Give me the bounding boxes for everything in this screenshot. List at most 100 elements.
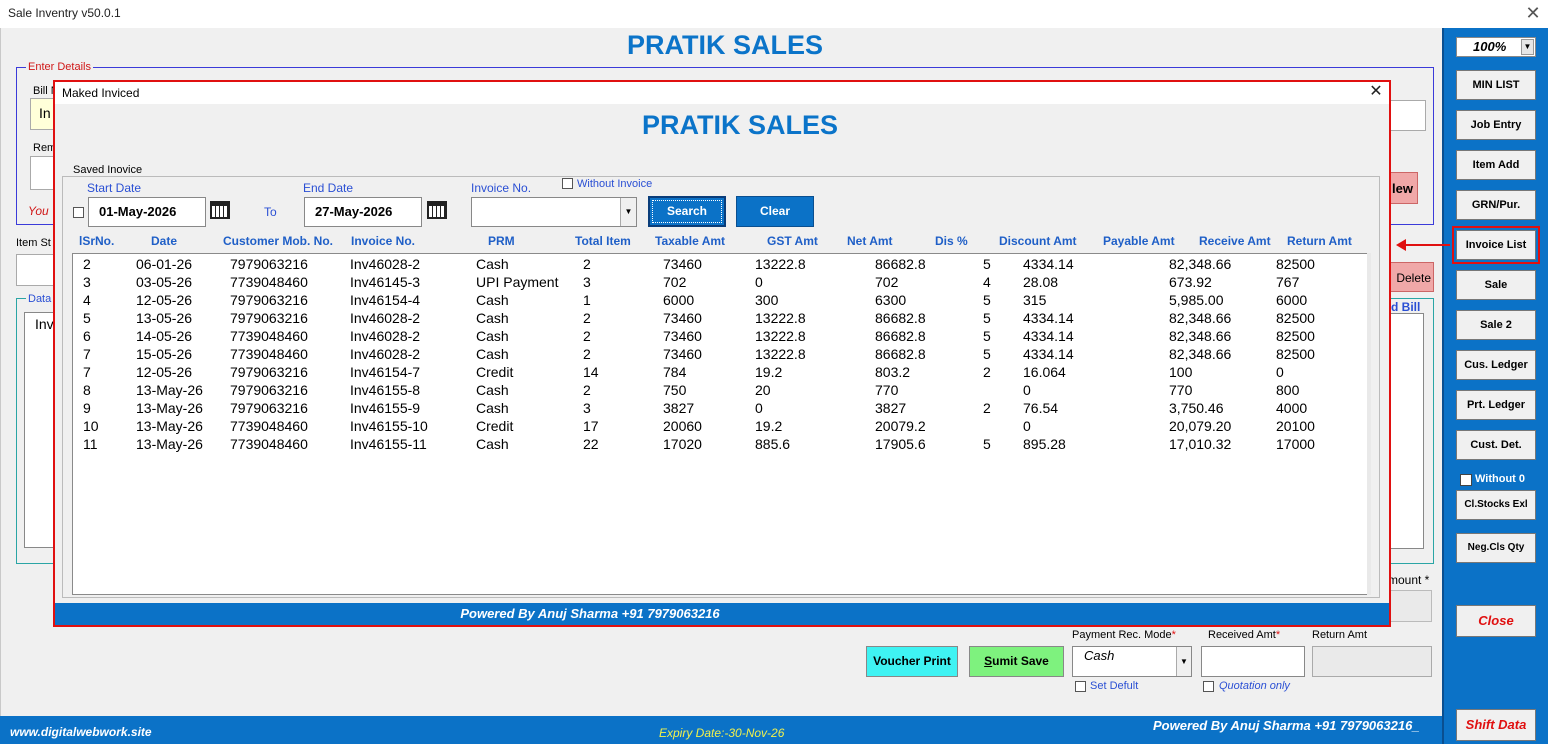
calendar-icon[interactable] [210, 201, 230, 219]
without-invoice-label: Without Invoice [577, 178, 653, 190]
submit-save-button[interactable]: Sumit Save [969, 646, 1064, 677]
amount-input[interactable] [1388, 590, 1432, 622]
table-cell: 784 [663, 364, 687, 380]
table-row[interactable]: 6 14-05-26 7739048460 Inv46028-2 Cash 2 73460 1… [73, 327, 1367, 345]
dialog-close-icon[interactable]: ✕ [1366, 82, 1386, 102]
col-invoice-no[interactable]: Invoice No. [351, 234, 415, 248]
set-default-label: Set Defult [1090, 680, 1139, 692]
col-customer-mob[interactable]: Customer Mob. No. [223, 234, 333, 248]
table-cell: Cash [476, 328, 509, 344]
voucher-print-button[interactable]: Voucher Print [866, 646, 958, 677]
party-ledger-button[interactable]: Prt. Ledger [1456, 390, 1536, 420]
new-button[interactable]: lew [1388, 172, 1418, 204]
item-add-button[interactable]: Item Add [1456, 150, 1536, 180]
job-entry-button[interactable]: Job Entry [1456, 110, 1536, 140]
table-cell: 2 [583, 310, 591, 326]
col-discount-amt[interactable]: Discount Amt [999, 234, 1077, 248]
delete-button[interactable]: Delete [1388, 262, 1434, 292]
table-cell: 4000 [1276, 400, 1308, 416]
table-cell: 17 [583, 418, 599, 434]
negative-closing-qty-button[interactable]: Neg.Cls Qty [1456, 533, 1536, 563]
search-button[interactable]: Search [648, 196, 726, 227]
table-cell: 300 [755, 292, 779, 308]
grid-scrollbar[interactable] [1367, 253, 1371, 595]
col-receive-amt[interactable]: Receive Amt [1199, 234, 1271, 248]
table-row[interactable]: 5 13-05-26 7979063216 Inv46028-2 Cash 2 73460 1… [73, 309, 1367, 327]
app-close-icon[interactable]: ✕ [1522, 2, 1544, 24]
received-amt-input[interactable] [1201, 646, 1305, 677]
dialog-footer-text: Powered By Anuj Sharma +91 7979063216 [460, 606, 720, 621]
table-cell: 895.28 [1023, 436, 1066, 452]
table-row[interactable]: 7 15-05-26 7739048460 Inv46028-2 Cash 2 73460 1… [73, 345, 1367, 363]
col-dis-pct[interactable]: Dis % [935, 234, 968, 248]
bill-table[interactable] [1388, 313, 1424, 549]
table-row[interactable]: 3 03-05-26 7739048460 Inv46145-3 UPI Payment… [73, 273, 1367, 291]
table-cell: 13222.8 [755, 256, 806, 272]
table-cell: 14 [583, 364, 599, 380]
table-cell: 2 [983, 400, 991, 416]
dropdown-arrow-icon[interactable]: ▼ [620, 198, 636, 226]
col-date[interactable]: Date [151, 234, 177, 248]
closing-stocks-excel-button[interactable]: Cl.Stocks Exl [1456, 490, 1536, 520]
col-taxable-amt[interactable]: Taxable Amt [655, 234, 725, 248]
zoom-dropdown-arrow-icon[interactable]: ▼ [1521, 39, 1534, 55]
invoice-no-select[interactable] [471, 197, 637, 227]
table-row[interactable]: 2 06-01-26 7979063216 Inv46028-2 Cash 2 73460 1… [73, 255, 1367, 273]
customer-ledger-button[interactable]: Cus. Ledger [1456, 350, 1536, 380]
table-cell: Inv46028-2 [350, 346, 421, 362]
table-row[interactable]: 10 13-May-26 7739048460 Inv46155-10 Credit 17… [73, 417, 1367, 435]
table-cell: 3827 [663, 400, 695, 416]
table-cell: 767 [1276, 274, 1300, 290]
table-cell: 1 [583, 292, 591, 308]
col-total-item[interactable]: Total Item [575, 234, 631, 248]
bill-link[interactable]: d Bill [1391, 300, 1420, 314]
table-cell: 86682.8 [875, 310, 926, 326]
table-cell: 19.2 [755, 364, 783, 380]
table-cell: 7979063216 [230, 400, 308, 416]
col-prm[interactable]: PRM [488, 234, 515, 248]
col-return-amt[interactable]: Return Amt [1287, 234, 1352, 248]
table-row[interactable]: 11 13-May-26 7739048460 Inv46155-11 Cash 22 17… [73, 435, 1367, 453]
close-button[interactable]: Close [1456, 605, 1536, 637]
table-row[interactable]: 9 13-May-26 7979063216 Inv46155-9 Cash 3 3827 0… [73, 399, 1367, 417]
customer-details-button[interactable]: Cust. Det. [1456, 430, 1536, 460]
shift-data-button[interactable]: Shift Data [1456, 709, 1536, 741]
submit-save-mnemonic: S [984, 654, 993, 668]
col-payable-amt[interactable]: Payable Amt [1103, 234, 1175, 248]
table-cell: Credit [476, 364, 514, 380]
col-net-amt[interactable]: Net Amt [847, 234, 893, 248]
table-row[interactable]: 7 12-05-26 7979063216 Inv46154-7 Credit 14 784… [73, 363, 1367, 381]
table-cell: Inv46155-11 [350, 436, 427, 452]
table-cell: 17020 [663, 436, 702, 452]
table-row[interactable]: 4 12-05-26 7979063216 Inv46154-4 Cash 1 6000 30… [73, 291, 1367, 309]
col-srno[interactable]: lSrNo. [79, 234, 114, 248]
sale-2-button[interactable]: Sale 2 [1456, 310, 1536, 340]
table-cell: 100 [1169, 364, 1193, 380]
calendar-icon[interactable] [427, 201, 447, 219]
table-cell: Inv46028-2 [350, 310, 421, 326]
main-heading: PRATIK SALES [626, 30, 823, 60]
item-stock-input[interactable] [16, 254, 56, 286]
col-gst-amt[interactable]: GST Amt [767, 234, 818, 248]
payment-mode-label-text: Payment Rec. Mode [1072, 629, 1172, 641]
table-cell: 7739048460 [230, 274, 308, 290]
table-cell: 17,010.32 [1169, 436, 1232, 452]
received-amt-label-text: Received Amt [1208, 629, 1276, 641]
min-list-button[interactable]: MIN LIST [1456, 70, 1536, 100]
without-zero-checkbox[interactable] [1460, 474, 1472, 486]
dropdown-arrow-icon[interactable]: ▼ [1176, 647, 1191, 676]
sale-button[interactable]: Sale [1456, 270, 1536, 300]
invoice-list-button[interactable]: Invoice List [1452, 226, 1540, 264]
table-cell: 73460 [663, 328, 702, 344]
table-cell: 6000 [663, 292, 695, 308]
customer-input[interactable] [1388, 100, 1426, 131]
set-default-checkbox[interactable] [1075, 681, 1086, 692]
table-row[interactable]: 8 13-May-26 7979063216 Inv46155-8 Cash 2 750 20… [73, 381, 1367, 399]
date-filter-checkbox[interactable] [73, 207, 84, 218]
clear-button[interactable]: Clear [736, 196, 814, 227]
start-date-input[interactable]: 01-May-2026 [88, 197, 206, 227]
quotation-only-checkbox[interactable] [1203, 681, 1214, 692]
grn-pur-button[interactable]: GRN/Pur. [1456, 190, 1536, 220]
without-invoice-checkbox[interactable] [562, 178, 573, 189]
end-date-input[interactable]: 27-May-2026 [304, 197, 422, 227]
